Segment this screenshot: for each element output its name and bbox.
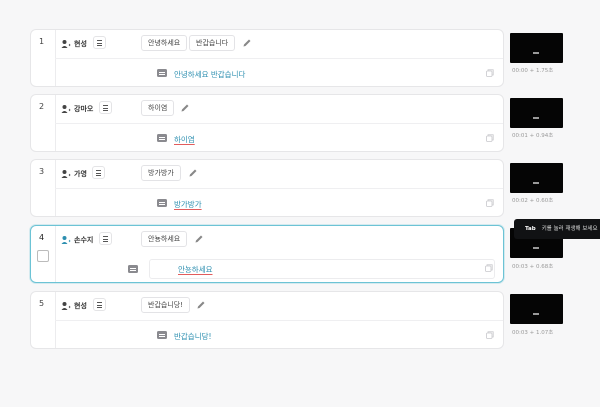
transcript-text[interactable]: 반갑습니당! xyxy=(174,331,212,342)
speaker-name[interactable]: 현성 xyxy=(74,301,87,311)
segment-card-3[interactable]: 3 가영 방가방가 방가방가 xyxy=(30,159,504,217)
speaker-menu-button[interactable] xyxy=(93,36,106,49)
message-icon xyxy=(128,265,138,273)
segment-timestamp: 00:02 + 0.60초 xyxy=(512,198,554,204)
message-icon xyxy=(157,69,167,77)
speaker-menu-button[interactable] xyxy=(99,101,112,114)
speaker-name[interactable]: 손수지 xyxy=(74,235,93,245)
video-thumbnail[interactable] xyxy=(510,163,563,193)
segment-timestamp: 00:03 + 1.07초 xyxy=(512,330,554,336)
copy-icon[interactable] xyxy=(486,69,494,77)
pencil-icon[interactable] xyxy=(196,300,206,310)
speaker-icon[interactable] xyxy=(61,169,71,179)
segment-number: 5 xyxy=(39,299,45,308)
word-chip[interactable]: 반갑습니당! xyxy=(141,297,191,313)
transcript-text[interactable]: 안뇽하세요 xyxy=(178,264,213,275)
speaker-name[interactable]: 강마오 xyxy=(74,104,93,114)
video-thumbnail[interactable] xyxy=(510,33,563,63)
copy-icon[interactable] xyxy=(485,264,493,272)
segment-checkbox[interactable] xyxy=(37,250,49,262)
message-icon xyxy=(157,199,167,207)
segment-number: 1 xyxy=(39,37,45,46)
tooltip-key: Tab xyxy=(525,226,536,232)
transcript-edit-box[interactable]: 안뇽하세요 xyxy=(128,259,495,279)
transcript-text[interactable]: 안녕하세요 반갑습니다 xyxy=(174,69,245,80)
message-icon xyxy=(157,134,167,142)
transcript-text[interactable]: 하이염 xyxy=(174,134,195,145)
transcript-row[interactable]: 방가방가 xyxy=(55,189,503,217)
speaker-menu-button[interactable] xyxy=(93,298,106,311)
segment-number: 4 xyxy=(39,233,45,242)
pencil-icon[interactable] xyxy=(180,103,190,113)
segment-card-2[interactable]: 2 강마오 하이염 하이염 xyxy=(30,94,504,152)
word-chip[interactable]: 방가방가 xyxy=(141,165,181,181)
segment-card-4[interactable]: 4 손수지 안뇽하세요 안뇽하세요 xyxy=(30,225,504,283)
speaker-icon[interactable] xyxy=(61,235,71,245)
segment-timestamp: 00:00 + 1.75초 xyxy=(512,68,554,74)
keyboard-hint-tooltip: Tab 키를 눌러 재생해 보세요 xyxy=(514,219,600,239)
segment-number: 2 xyxy=(39,102,45,111)
pencil-icon[interactable] xyxy=(188,168,198,178)
speaker-icon[interactable] xyxy=(61,301,71,311)
segment-timestamp: 00:01 + 0.94초 xyxy=(512,133,554,139)
speaker-name[interactable]: 현성 xyxy=(74,39,87,49)
pencil-icon[interactable] xyxy=(194,234,204,244)
word-chip[interactable]: 반갑습니다 xyxy=(189,35,236,51)
message-icon xyxy=(157,331,167,339)
speaker-icon[interactable] xyxy=(61,104,71,114)
word-chip[interactable]: 안녕하세요 xyxy=(141,35,188,51)
speaker-menu-button[interactable] xyxy=(99,232,112,245)
speaker-name[interactable]: 가영 xyxy=(74,169,87,179)
speaker-icon[interactable] xyxy=(61,39,71,49)
word-chip[interactable]: 하이염 xyxy=(141,100,175,116)
word-chip[interactable]: 안뇽하세요 xyxy=(141,231,188,247)
transcript-row[interactable]: 하이염 xyxy=(55,124,503,152)
tooltip-text: 키를 눌러 재생해 보세요 xyxy=(541,226,598,232)
pencil-icon[interactable] xyxy=(242,38,252,48)
transcript-row[interactable]: 안녕하세요 반갑습니다 xyxy=(55,59,503,87)
copy-icon[interactable] xyxy=(486,331,494,339)
video-thumbnail[interactable] xyxy=(510,294,563,324)
transcript-row[interactable]: 반갑습니당! xyxy=(55,321,503,349)
segment-number: 3 xyxy=(39,167,45,176)
segment-timestamp: 00:03 + 0.68초 xyxy=(512,264,554,270)
segment-card-1[interactable]: 1 현성 안녕하세요 반갑습니다 안녕하세요 반갑습니다 xyxy=(30,29,504,87)
copy-icon[interactable] xyxy=(486,199,494,207)
transcript-text[interactable]: 방가방가 xyxy=(174,199,202,210)
segment-card-5[interactable]: 5 현성 반갑습니당! 반갑습니당! xyxy=(30,291,504,349)
copy-icon[interactable] xyxy=(486,134,494,142)
video-thumbnail[interactable] xyxy=(510,98,563,128)
speaker-menu-button[interactable] xyxy=(92,166,105,179)
